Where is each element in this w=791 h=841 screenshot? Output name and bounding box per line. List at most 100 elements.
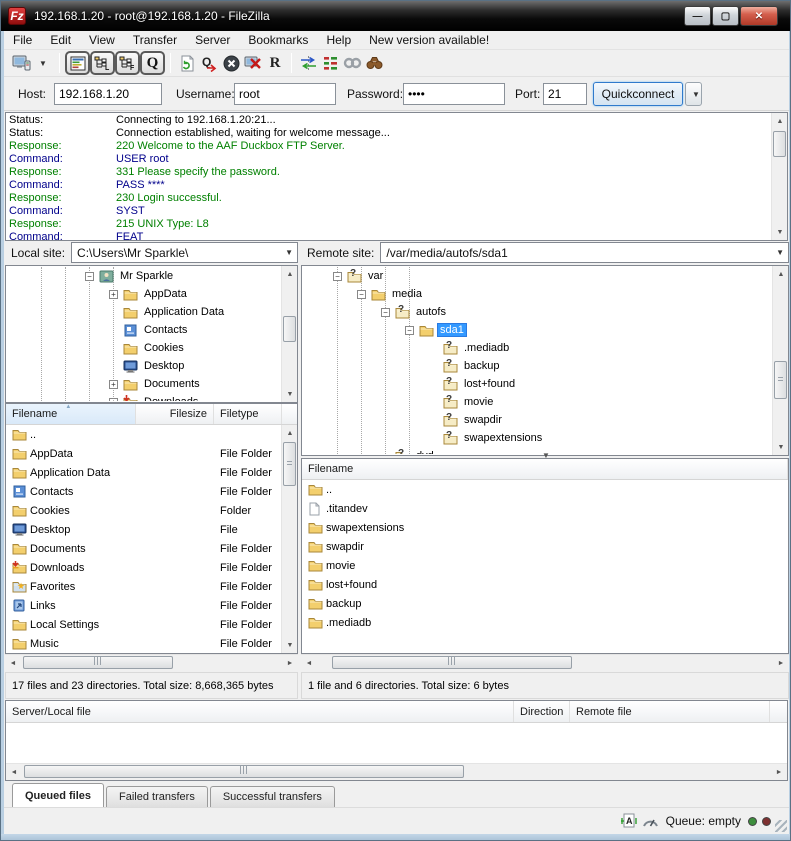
toggle-remote-tree-icon[interactable]: F	[115, 51, 140, 75]
resize-grip[interactable]	[775, 820, 787, 832]
tab-failed-transfers[interactable]: Failed transfers	[106, 786, 208, 807]
tree-node-label[interactable]: .mediadb	[461, 342, 512, 354]
queue-column-header-server-local-file[interactable]: Server/Local file	[6, 701, 514, 722]
local-list-vertical-scrollbar[interactable]: ▲ ▼	[281, 425, 297, 653]
combobox-dropdown-icon[interactable]: ▼	[285, 248, 293, 257]
cancel-icon[interactable]	[220, 51, 242, 75]
tree-node--mediadb[interactable]: ?.mediadb	[303, 339, 787, 357]
scroll-right-arrow-icon[interactable]: ►	[771, 764, 787, 780]
tab-queued-files[interactable]: Queued files	[12, 783, 104, 807]
queue-column-header-direction[interactable]: Direction	[514, 701, 570, 722]
tree-node-label[interactable]: backup	[461, 360, 502, 372]
tree-node-label[interactable]: Mr Sparkle	[117, 270, 176, 282]
file-row-local-settings[interactable]: Local SettingsFile Folder	[6, 615, 297, 634]
scroll-down-arrow-icon[interactable]: ▼	[282, 386, 298, 402]
local-tree-vertical-scrollbar[interactable]: ▲ ▼	[281, 266, 297, 402]
tree-node-label[interactable]: swapdir	[461, 414, 505, 426]
collapse-expander-icon[interactable]: −	[357, 290, 366, 299]
tree-node-cookies[interactable]: Cookies	[7, 339, 296, 357]
tree-node-media[interactable]: − media	[303, 285, 787, 303]
file-row-links[interactable]: LinksFile Folder	[6, 596, 297, 615]
quickconnect-button[interactable]: Quickconnect	[593, 82, 683, 106]
local-file-list[interactable]: Filename▲FilesizeFiletype ..AppDataFile …	[5, 403, 298, 654]
remote-tree-vertical-scrollbar[interactable]: ▲ ▼	[772, 266, 788, 455]
tree-node-lost-found[interactable]: ?lost+found	[303, 375, 787, 393]
file-row-backup[interactable]: backup	[302, 594, 788, 613]
tree-node-label[interactable]: sda1	[437, 323, 467, 337]
close-button[interactable]: ✕	[740, 6, 778, 26]
tree-node-label[interactable]: Downloads	[141, 396, 201, 401]
menu-item-view[interactable]: View	[80, 31, 124, 50]
expand-expander-icon[interactable]: +	[109, 290, 118, 299]
scroll-left-arrow-icon[interactable]: ◄	[5, 655, 21, 671]
file-row--[interactable]: ..	[302, 480, 788, 499]
column-header-filename[interactable]: Filename	[302, 459, 788, 479]
tree-node-contacts[interactable]: Contacts	[7, 321, 296, 339]
message-log[interactable]: Status:Connecting to 192.168.1.20:21...S…	[5, 112, 788, 241]
file-row-lost-found[interactable]: lost+found	[302, 575, 788, 594]
tree-node-label[interactable]: movie	[461, 396, 496, 408]
collapse-expander-icon[interactable]: −	[381, 308, 390, 317]
toggle-queue-icon[interactable]: Q	[140, 51, 165, 75]
tree-node-sda1[interactable]: − sda1	[303, 321, 787, 339]
reconnect-icon[interactable]: R	[264, 51, 286, 75]
file-row-movie[interactable]: movie	[302, 556, 788, 575]
menu-item-transfer[interactable]: Transfer	[124, 31, 186, 50]
tree-node-label[interactable]: Documents	[141, 378, 203, 390]
scroll-left-arrow-icon[interactable]: ◄	[6, 764, 22, 780]
remote-list-horizontal-scrollbar[interactable]: ◄ ►	[301, 654, 789, 671]
tree-node-label[interactable]: autofs	[413, 306, 449, 318]
tree-node-var[interactable]: −?var	[303, 267, 787, 285]
menu-item-new-version-available[interactable]: New version available!	[360, 31, 498, 50]
collapse-expander-icon[interactable]: −	[85, 272, 94, 281]
site-manager-icon[interactable]	[10, 51, 32, 75]
disconnect-icon[interactable]	[242, 51, 264, 75]
file-row-cookies[interactable]: CookiesFolder	[6, 501, 297, 520]
speed-limit-icon[interactable]	[642, 815, 659, 827]
tree-node-label[interactable]: AppData	[141, 288, 190, 300]
file-row-contacts[interactable]: ContactsFile Folder	[6, 482, 297, 501]
tree-node-label[interactable]: Application Data	[141, 306, 227, 318]
menu-item-server[interactable]: Server	[186, 31, 239, 50]
queue-column-header-remote-file[interactable]: Remote file	[570, 701, 770, 722]
file-row-appdata[interactable]: AppDataFile Folder	[6, 444, 297, 463]
tree-node-desktop[interactable]: Desktop	[7, 357, 296, 375]
tab-successful-transfers[interactable]: Successful transfers	[210, 786, 335, 807]
remote-file-list[interactable]: Filename ...titandevswapextensionsswapdi…	[301, 458, 789, 654]
collapse-expander-icon[interactable]: −	[405, 326, 414, 335]
file-row-music[interactable]: MusicFile Folder	[6, 634, 297, 653]
transfer-queue-panel[interactable]: Server/Local fileDirectionRemote file ◄ …	[5, 700, 788, 781]
search-icon[interactable]	[363, 51, 385, 75]
host-input[interactable]	[54, 83, 162, 105]
file-row-application-data[interactable]: Application DataFile Folder	[6, 463, 297, 482]
username-input[interactable]	[234, 83, 336, 105]
expand-expander-icon[interactable]: +	[109, 398, 118, 402]
tree-node-label[interactable]: media	[389, 288, 425, 300]
scroll-right-arrow-icon[interactable]: ►	[282, 655, 298, 671]
tree-node-label[interactable]: var	[365, 270, 386, 282]
scroll-up-arrow-icon[interactable]: ▲	[772, 113, 788, 129]
combobox-dropdown-icon[interactable]: ▼	[776, 248, 784, 257]
scroll-down-arrow-icon[interactable]: ▼	[282, 637, 298, 653]
tree-node-label[interactable]: Contacts	[141, 324, 190, 336]
tree-node-label[interactable]: swapextensions	[461, 432, 545, 444]
file-row-downloads[interactable]: DownloadsFile Folder	[6, 558, 297, 577]
menu-item-edit[interactable]: Edit	[41, 31, 80, 50]
file-row-swapextensions[interactable]: swapextensions	[302, 518, 788, 537]
column-header-filesize[interactable]: Filesize	[136, 404, 214, 424]
menu-item-bookmarks[interactable]: Bookmarks	[239, 31, 317, 50]
tree-node-autofs[interactable]: −?autofs	[303, 303, 787, 321]
queue-horizontal-scrollbar[interactable]: ◄ ►	[6, 763, 787, 780]
toggle-local-tree-icon[interactable]: L	[90, 51, 115, 75]
scroll-right-arrow-icon[interactable]: ►	[773, 655, 789, 671]
minimize-button[interactable]: —	[684, 6, 711, 26]
tree-node-label[interactable]: Cookies	[141, 342, 187, 354]
port-input[interactable]	[543, 83, 587, 105]
password-input[interactable]	[403, 83, 505, 105]
collapse-expander-icon[interactable]: −	[333, 272, 342, 281]
toggle-message-log-icon[interactable]	[65, 51, 90, 75]
column-header-filetype[interactable]: Filetype	[214, 404, 282, 424]
file-row--[interactable]: ..	[6, 425, 297, 444]
expand-expander-icon[interactable]: +	[109, 380, 118, 389]
file-row-favorites[interactable]: ★FavoritesFile Folder	[6, 577, 297, 596]
